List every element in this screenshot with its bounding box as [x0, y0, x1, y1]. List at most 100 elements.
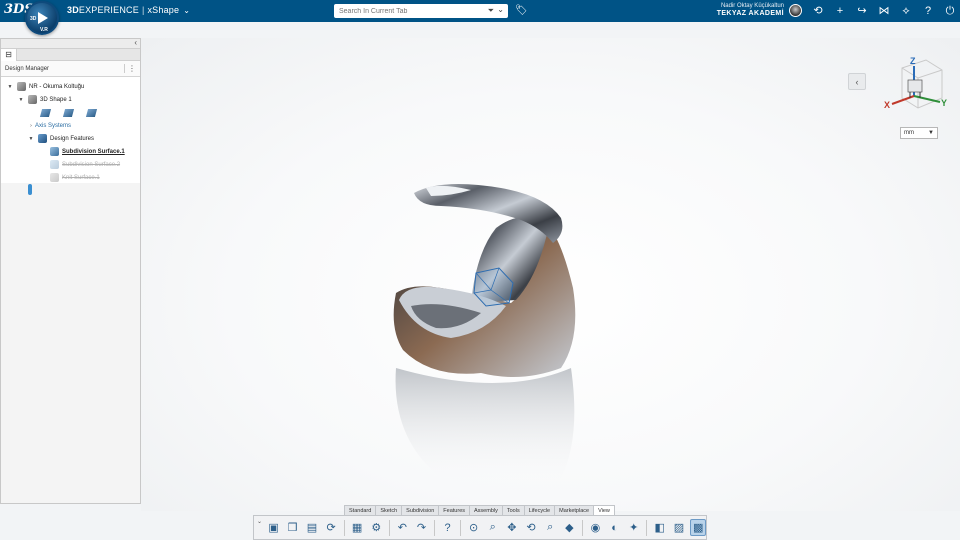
- chevron-down-icon[interactable]: ⌄: [257, 518, 262, 525]
- app-name[interactable]: xShape: [147, 5, 179, 15]
- view-mode-icon[interactable]: ▩: [690, 519, 706, 536]
- tab-standard[interactable]: Standard: [344, 505, 377, 515]
- rotate-icon[interactable]: ⟲: [523, 519, 538, 536]
- reference-planes: [1, 106, 140, 119]
- fit-all-icon[interactable]: ⊙: [466, 519, 481, 536]
- panel-toolbar: ‹: [1, 38, 140, 49]
- axis-y-label: Y: [941, 98, 947, 108]
- more-menu-icon[interactable]: ⋮: [124, 64, 136, 73]
- plane-yz-icon[interactable]: [62, 108, 75, 117]
- feature-label: Knit Surface.1: [62, 174, 100, 181]
- open-icon[interactable]: ▣: [266, 519, 281, 536]
- power-icon[interactable]: ⏻: [942, 3, 958, 19]
- chair-model[interactable]: [393, 184, 576, 377]
- feature-history-slider[interactable]: [28, 184, 32, 195]
- save-icon[interactable]: ▤: [304, 519, 319, 536]
- panel-header: Design Manager ⋮: [1, 61, 140, 77]
- tab-tools[interactable]: Tools: [501, 505, 525, 515]
- knit-surface-icon: [50, 173, 59, 182]
- help-icon[interactable]: ?: [920, 3, 936, 19]
- new-icon[interactable]: ❒: [285, 519, 300, 536]
- collapse-icon[interactable]: ▼: [27, 136, 35, 142]
- top-toolbar: ⟲ + ↪ ⋈ ⟡ ? ⏻: [810, 3, 958, 19]
- tree-item-root[interactable]: ▼ NR - Okuma Koltuğu: [1, 80, 140, 93]
- tab-features[interactable]: Features: [438, 505, 471, 515]
- material-icon[interactable]: ◐: [607, 519, 622, 536]
- axis-z-label: Z: [910, 56, 916, 66]
- help-icon[interactable]: ?: [440, 519, 455, 536]
- add-icon[interactable]: +: [832, 3, 848, 19]
- filter-icon[interactable]: ⏷: [488, 6, 494, 16]
- play-icon[interactable]: [38, 12, 48, 24]
- units-value: mm: [904, 130, 914, 136]
- chevron-down-icon[interactable]: ⌄: [497, 5, 504, 14]
- company-name: TEKYAZ AKADEMİ: [716, 10, 784, 17]
- undo-icon[interactable]: ↶: [395, 519, 410, 536]
- tree-item-axis-systems[interactable]: › Axis Systems: [1, 119, 140, 132]
- tab-subdivision[interactable]: Subdivision: [401, 505, 440, 515]
- section-icon[interactable]: ◧: [652, 519, 667, 536]
- axis-x-label: X: [884, 100, 890, 110]
- compass-vr-label: V.R: [40, 27, 48, 33]
- avatar[interactable]: [789, 4, 802, 17]
- tree-item-feature[interactable]: Knit Surface.1: [1, 171, 140, 184]
- shape-icon: [28, 95, 37, 104]
- feature-label: Subdivision Surface.2: [62, 161, 121, 168]
- feature-tree: ▼ NR - Okuma Koltuğu ▼ 3D Shape 1 › Axis…: [1, 77, 140, 195]
- user-info[interactable]: Nadir Oktay Küçükaltun TEKYAZ AKADEMİ: [717, 2, 784, 18]
- tree-item-feature[interactable]: Subdivision Surface.1: [1, 145, 140, 158]
- tree-item-feature[interactable]: Subdivision Surface.2: [1, 158, 140, 171]
- feature-label: Subdivision Surface.1: [62, 148, 125, 155]
- expand-icon[interactable]: ›: [27, 123, 35, 129]
- collapse-icon[interactable]: ▼: [6, 84, 14, 90]
- collapse-panel-icon[interactable]: ‹: [134, 38, 137, 47]
- panel-title: Design Manager: [5, 65, 50, 72]
- compass-3d-label: 3D: [30, 16, 37, 22]
- tab-lifecycle[interactable]: Lifecycle: [523, 505, 556, 515]
- view-cube-icon[interactable]: ◆: [562, 519, 577, 536]
- tree-tab-icon[interactable]: ⊟: [1, 49, 17, 61]
- tag-icon[interactable]: 🏷: [515, 5, 528, 16]
- plane-xy-icon[interactable]: [39, 108, 52, 117]
- properties-icon[interactable]: ▦: [350, 519, 365, 536]
- top-bar: 3DS 3DEXPERIENCE|xShape⌄ ⏷ ⌄ 🏷 Nadir Okt…: [0, 0, 960, 22]
- tree-item-design-features[interactable]: ▼ Design Features: [1, 132, 140, 145]
- chevron-down-icon[interactable]: ⌄: [183, 6, 190, 15]
- save-all-icon[interactable]: ⟳: [323, 519, 338, 536]
- capture-icon[interactable]: ▨: [671, 519, 686, 536]
- tree-shape-label: 3D Shape 1: [40, 96, 72, 103]
- collapse-icon[interactable]: ▼: [17, 97, 25, 103]
- share-icon[interactable]: ⟲: [810, 3, 826, 19]
- search-box[interactable]: ⏷ ⌄: [334, 4, 508, 18]
- compass-icon[interactable]: 3D V.R: [25, 1, 59, 35]
- subdivision-surface-icon: [50, 160, 59, 169]
- tab-assembly[interactable]: Assembly: [469, 505, 503, 515]
- product-icon: [17, 82, 26, 91]
- search-input[interactable]: [334, 7, 474, 15]
- design-features-icon: [38, 134, 47, 143]
- plane-zx-icon[interactable]: [85, 108, 98, 117]
- community-icon[interactable]: ⋈: [876, 3, 892, 19]
- share-arrow-icon[interactable]: ↪: [854, 3, 870, 19]
- redo-icon[interactable]: ↷: [414, 519, 429, 536]
- subdivision-surface-icon: [50, 147, 59, 156]
- pan-icon[interactable]: ✥: [504, 519, 519, 536]
- brand-title: 3DEXPERIENCE | xShape ⌄: [67, 5, 191, 15]
- view-cube-axes[interactable]: Z X Y: [884, 56, 947, 110]
- tab-view[interactable]: View: [593, 505, 615, 515]
- render-icon[interactable]: ✦: [626, 519, 641, 536]
- zoom-icon[interactable]: ⌕: [485, 519, 500, 536]
- tree-item-3d-shape[interactable]: ▼ 3D Shape 1: [1, 93, 140, 106]
- tab-marketplace[interactable]: Marketplace: [554, 505, 595, 515]
- 3d-viewport[interactable]: Z X Y: [141, 38, 960, 511]
- chevron-down-icon: ▼: [928, 130, 934, 136]
- tree-axis-label: Axis Systems: [35, 122, 72, 129]
- zoom-area-icon[interactable]: ⌕: [543, 519, 558, 536]
- tree-root-label: NR - Okuma Koltuğu: [29, 83, 85, 90]
- hide-show-icon[interactable]: ◉: [588, 519, 603, 536]
- units-select[interactable]: mm ▼: [900, 127, 938, 139]
- chevron-left-icon[interactable]: ‹: [848, 73, 866, 90]
- apps-icon[interactable]: ⟡: [898, 3, 914, 19]
- settings-icon[interactable]: ⚙: [369, 519, 384, 536]
- tab-sketch[interactable]: Sketch: [375, 505, 403, 515]
